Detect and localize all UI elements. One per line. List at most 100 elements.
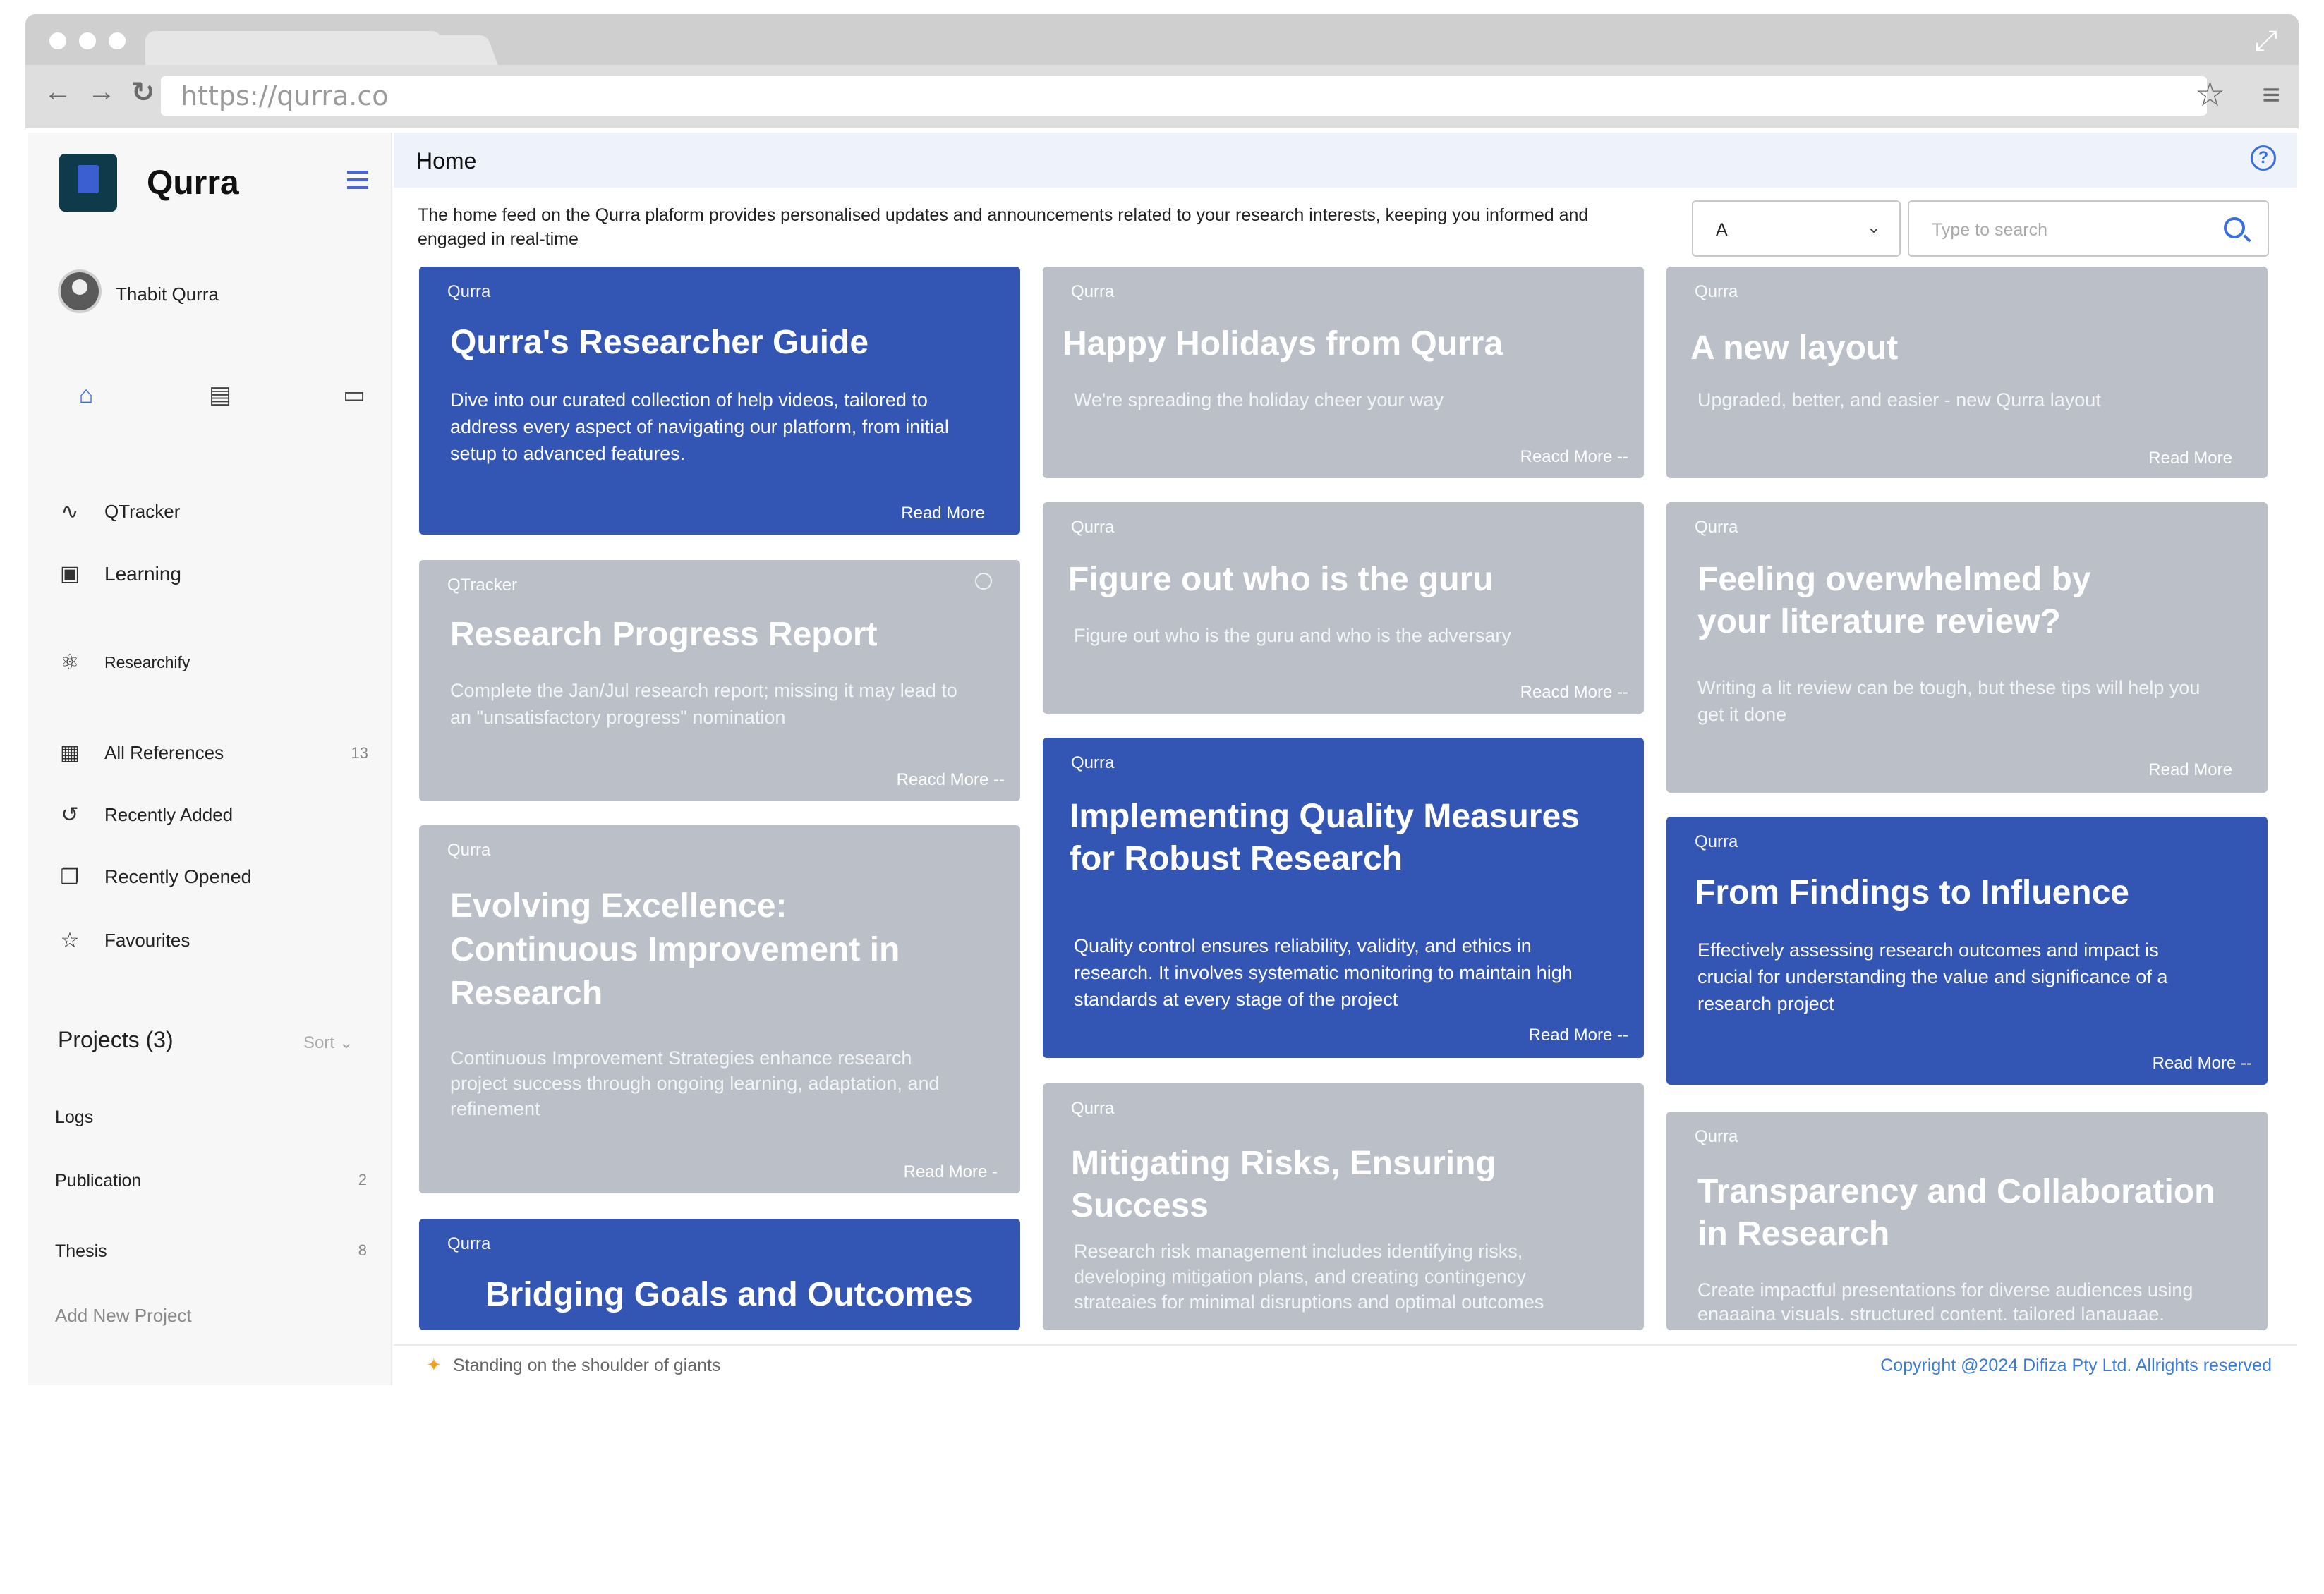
card-tag: Qurra [1071, 282, 1115, 301]
feed-card[interactable]: QTracker Research Progress Report Comple… [419, 560, 1020, 801]
footer-tagline: Standing on the shoulder of giants [453, 1356, 721, 1375]
reload-icon[interactable]: ↻ [131, 76, 155, 109]
feed-card[interactable]: Qurra Figure out who is the guru Figure … [1043, 502, 1644, 714]
search-icon[interactable] [2224, 217, 2245, 238]
add-new-project-link[interactable]: Add New Project [55, 1305, 192, 1327]
card-description: Create impactful presentations for diver… [1697, 1279, 2193, 1325]
filter-value: A [1716, 220, 1728, 240]
card-description: Writing a lit review can be tough, but t… [1697, 677, 2201, 725]
minimize-window-button[interactable] [79, 32, 96, 49]
card-description: Complete the Jan/Jul research report; mi… [450, 680, 957, 728]
sort-dropdown[interactable]: Sort ⌄ [303, 1033, 353, 1053]
project-item-thesis[interactable]: Thesis 8 [55, 1241, 367, 1262]
search-placeholder: Type to search [1932, 220, 2047, 240]
sidebar-item-qtracker[interactable]: ∿ QTracker [58, 499, 368, 524]
sidebar-item-recently-opened[interactable]: ❐ Recently Opened [58, 865, 368, 889]
card-tag: Qurra [447, 841, 491, 860]
card-tag: Qurra [1695, 1127, 1738, 1146]
browser-menu-icon[interactable]: ≡ [2262, 78, 2280, 113]
presentation-icon: ▣ [59, 562, 80, 585]
filter-select[interactable]: A ⌄ [1692, 200, 1901, 257]
footer-copyright[interactable]: Copyright @2024 Difiza Pty Ltd. Allright… [1880, 1356, 2272, 1376]
card-tag: Qurra [1071, 753, 1115, 772]
close-window-button[interactable] [49, 32, 66, 49]
feed-card[interactable]: Qurra A new layout Upgraded, better, and… [1666, 267, 2268, 478]
back-arrow-icon[interactable]: ← [44, 76, 72, 109]
read-more-link[interactable]: Reacd More -- [1520, 447, 1628, 467]
atom-icon: ⚛ [60, 651, 80, 674]
card-tag: Qurra [1071, 518, 1115, 537]
history-icon: ↺ [61, 803, 79, 827]
url-input[interactable]: https://qurra.co [161, 76, 2207, 116]
sidebar-item-favourites[interactable]: ☆ Favourites [58, 928, 368, 953]
feed-card[interactable]: Qurra Mitigating Risks, Ensuring Success… [1043, 1083, 1644, 1330]
sidebar-item-learning[interactable]: ▣ Learning [58, 561, 368, 586]
card-tag: Qurra [447, 1234, 491, 1253]
card-tag: Qurra [1695, 282, 1738, 301]
sidebar-item-all-references[interactable]: ▦ All References 13 [58, 741, 368, 765]
sidebar-item-label: Researchify [104, 653, 190, 671]
footer: ✦ Standing on the shoulder of giants Cop… [394, 1344, 2297, 1384]
feed-card[interactable]: Qurra From Findings to Influence Effecti… [1666, 817, 2268, 1085]
chat-icon[interactable]: ▭ [340, 381, 368, 409]
read-more-link[interactable]: Read More - [904, 1162, 998, 1182]
card-description: Effectively assessing research outcomes … [1697, 939, 2168, 1014]
project-item-publication[interactable]: Publication 2 [55, 1171, 367, 1191]
hamburger-menu-icon[interactable] [347, 171, 368, 189]
card-description: Figure out who is the guru and who is th… [1074, 625, 1511, 646]
card-tag: Qurra [1695, 832, 1738, 851]
app-logo[interactable] [59, 154, 117, 212]
read-more-link[interactable]: Read More [2148, 449, 2232, 468]
references-icon: ▦ [59, 741, 80, 765]
card-tag: Qurra [1071, 1099, 1115, 1118]
feed-card[interactable]: Qurra Implementing Quality Measures for … [1043, 738, 1644, 1058]
bookmark-star-icon[interactable]: ☆ [2195, 75, 2225, 114]
sidebar-item-label: All References [104, 742, 224, 763]
feed-card[interactable]: Qurra Feeling overwhelmed by your litera… [1666, 502, 2268, 793]
browser-window: ⤢ ← → ↻ https://qurra.co ☆ ≡ Qurra Thabi… [25, 14, 2299, 1397]
quick-nav: ⌂ ▤ ▭ [72, 381, 368, 409]
projects-title: Projects (3) [58, 1027, 174, 1052]
maximize-window-button[interactable] [109, 32, 126, 49]
search-input[interactable]: Type to search [1908, 200, 2269, 257]
card-description: Research risk management includes identi… [1074, 1241, 1544, 1313]
pin-icon[interactable] [975, 573, 992, 590]
card-title: Happy Holidays from Qurra [1063, 325, 1503, 363]
read-more-link[interactable]: Read More -- [1529, 1026, 1628, 1045]
card-description: Dive into our curated collection of help… [450, 389, 949, 464]
feed-card[interactable]: Qurra Bridging Goals and Outcomes [419, 1219, 1020, 1330]
feed-card[interactable]: Qurra Transparency and Collaboration in … [1666, 1112, 2268, 1330]
window-controls [49, 32, 126, 49]
read-more-link[interactable]: Read More [2148, 760, 2232, 780]
card-title: Implementing Quality Measures for Robust… [1070, 798, 1580, 877]
card-title: Figure out who is the guru [1068, 561, 1494, 598]
expand-icon[interactable]: ⤢ [2255, 25, 2277, 57]
feed-card[interactable]: Qurra Happy Holidays from Qurra We're sp… [1043, 267, 1644, 478]
sidebar-item-label: Learning [104, 562, 181, 585]
sidebar-item-recently-added[interactable]: ↺ Recently Added [58, 803, 368, 827]
sidebar: Qurra Thabit Qurra ⌂ ▤ ▭ ∿ QTracker ▣ Le… [28, 133, 392, 1385]
sidebar-item-researchify[interactable]: ⚛ Researchify [58, 650, 368, 675]
read-more-link[interactable]: Reacd More -- [897, 770, 1005, 790]
browser-tab[interactable] [145, 31, 442, 65]
page-header: Home ? [394, 133, 2297, 188]
help-icon[interactable]: ? [2251, 145, 2276, 171]
card-title: Mitigating Risks, Ensuring Success [1071, 1145, 1496, 1224]
book-icon[interactable]: ▤ [206, 381, 234, 409]
feed-card[interactable]: Qurra Qurra's Researcher Guide Dive into… [419, 267, 1020, 535]
project-label: Publication [55, 1171, 142, 1191]
read-more-link[interactable]: Reacd More -- [1520, 683, 1628, 702]
sidebar-item-label: QTracker [104, 501, 181, 522]
project-item-logs[interactable]: Logs [55, 1107, 367, 1128]
sidebar-item-label: Recently Added [104, 804, 234, 825]
read-more-link[interactable]: Read More -- [2153, 1054, 2252, 1073]
card-title: Qurra's Researcher Guide [450, 324, 869, 361]
forward-arrow-icon[interactable]: → [87, 76, 116, 109]
references-count: 13 [351, 743, 368, 762]
read-more-link[interactable]: Read More [901, 504, 985, 523]
home-icon[interactable]: ⌂ [72, 381, 100, 409]
app: Qurra Thabit Qurra ⌂ ▤ ▭ ∿ QTracker ▣ Le… [25, 128, 2299, 1397]
intro-text: The home feed on the Qurra plaform provi… [418, 205, 1589, 249]
avatar[interactable] [58, 269, 102, 313]
feed-card[interactable]: Qurra Evolving Excellence: Continuous Im… [419, 825, 1020, 1193]
